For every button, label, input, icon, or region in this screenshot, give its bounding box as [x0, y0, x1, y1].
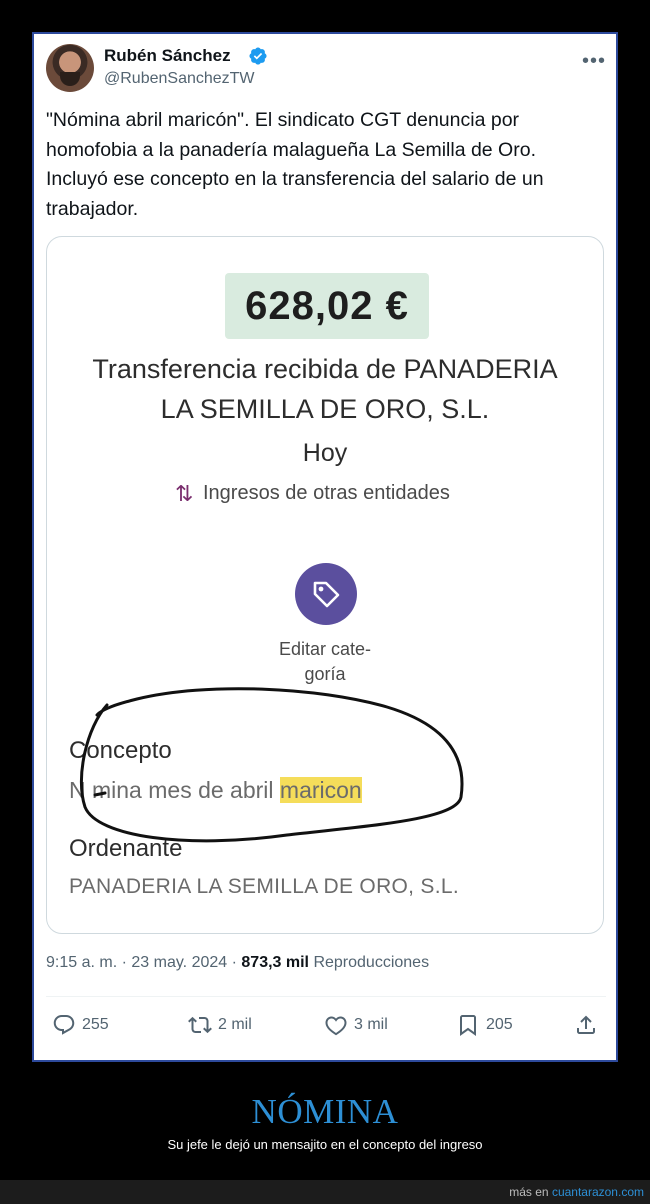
concepto-highlight: maricon [279, 777, 362, 803]
heart-icon [325, 1016, 347, 1036]
reply-count: 255 [82, 1016, 109, 1033]
like-button[interactable]: 3 mil [324, 1012, 388, 1038]
edit-category-line-1: Editar cate- [278, 639, 372, 659]
repost-icon [188, 1016, 212, 1034]
author-name[interactable]: Rubén Sánchez [104, 46, 231, 66]
edit-category-line-2: goría [304, 664, 346, 684]
credit: más en cuantarazon.com [509, 1185, 644, 1199]
meta-separator: · [231, 954, 237, 971]
transfer-amount: 628,02 € [225, 273, 429, 339]
divider [46, 996, 606, 997]
more-icon[interactable]: ••• [582, 50, 606, 73]
repost-button[interactable]: 2 mil [188, 1012, 252, 1038]
concepto-value-text: N mina mes de abril [69, 777, 280, 803]
avatar[interactable] [46, 44, 94, 92]
views-count: 873,3 mil [241, 954, 309, 971]
tweet-date[interactable]: 23 may. 2024 [131, 954, 227, 971]
tweet-actions: 255 2 mil 3 mil 205 [46, 1012, 606, 1042]
edit-category-label: Editar cate- goría [47, 637, 603, 687]
tweet-time[interactable]: 9:15 a. m. [46, 954, 117, 971]
share-button[interactable] [574, 1012, 598, 1038]
post-subtitle: Su jefe le dejó un mensajito en el conce… [167, 1137, 483, 1152]
transfer-line-1: Transferencia recibida de PANADERIA [92, 354, 558, 384]
tweet-meta: 9:15 a. m. · 23 may. 2024 · 873,3 mil Re… [46, 954, 429, 972]
arrows-up-down-icon: ⇅ [175, 481, 194, 506]
tweet-text: "Nómina abril maricón". El sindicato CGT… [46, 109, 544, 220]
credit-bar: más en cuantarazon.com [0, 1180, 650, 1204]
tweet-header: Rubén Sánchez @RubenSanchezTW ••• [46, 44, 606, 96]
views-label: Reproducciones [313, 954, 430, 971]
transfer-description: Transferencia recibida de PANADERIA LA S… [47, 349, 603, 429]
ordenante-label: Ordenante [69, 835, 183, 862]
bookmark-icon [460, 1015, 476, 1036]
concepto-value: N mina mes de abril maricon [69, 777, 362, 804]
post-title: NÓMINA [251, 1092, 399, 1131]
author-handle[interactable]: @RubenSanchezTW [104, 70, 255, 88]
credit-prefix: más en [509, 1185, 549, 1199]
bookmark-count: 205 [486, 1016, 513, 1033]
share-icon [577, 1015, 595, 1034]
tweet-media[interactable]: 628,02 € Transferencia recibida de PANAD… [46, 236, 604, 934]
transfer-line-2: LA SEMILLA DE ORO, S.L. [160, 394, 490, 424]
category-label: Ingresos de otras entidades [203, 482, 450, 504]
ordenante-value: PANADERIA LA SEMILLA DE ORO, S.L. [69, 875, 459, 898]
transfer-date: Hoy [302, 439, 348, 467]
transfer-category: Ingresos de otras entidades [203, 482, 450, 505]
tag-icon [295, 563, 357, 625]
meta-separator: · [121, 954, 127, 971]
like-count: 3 mil [354, 1016, 388, 1033]
reply-icon [53, 1015, 75, 1035]
bookmark-button[interactable]: 205 [456, 1012, 513, 1038]
reply-button[interactable]: 255 [52, 1012, 109, 1038]
repost-count: 2 mil [218, 1016, 252, 1033]
verified-badge-icon [249, 47, 267, 65]
concepto-label: Concepto [69, 737, 172, 764]
site-link[interactable]: cuantarazon.com [552, 1185, 644, 1199]
tweet-card: Rubén Sánchez @RubenSanchezTW ••• "Nómin… [32, 32, 618, 1062]
